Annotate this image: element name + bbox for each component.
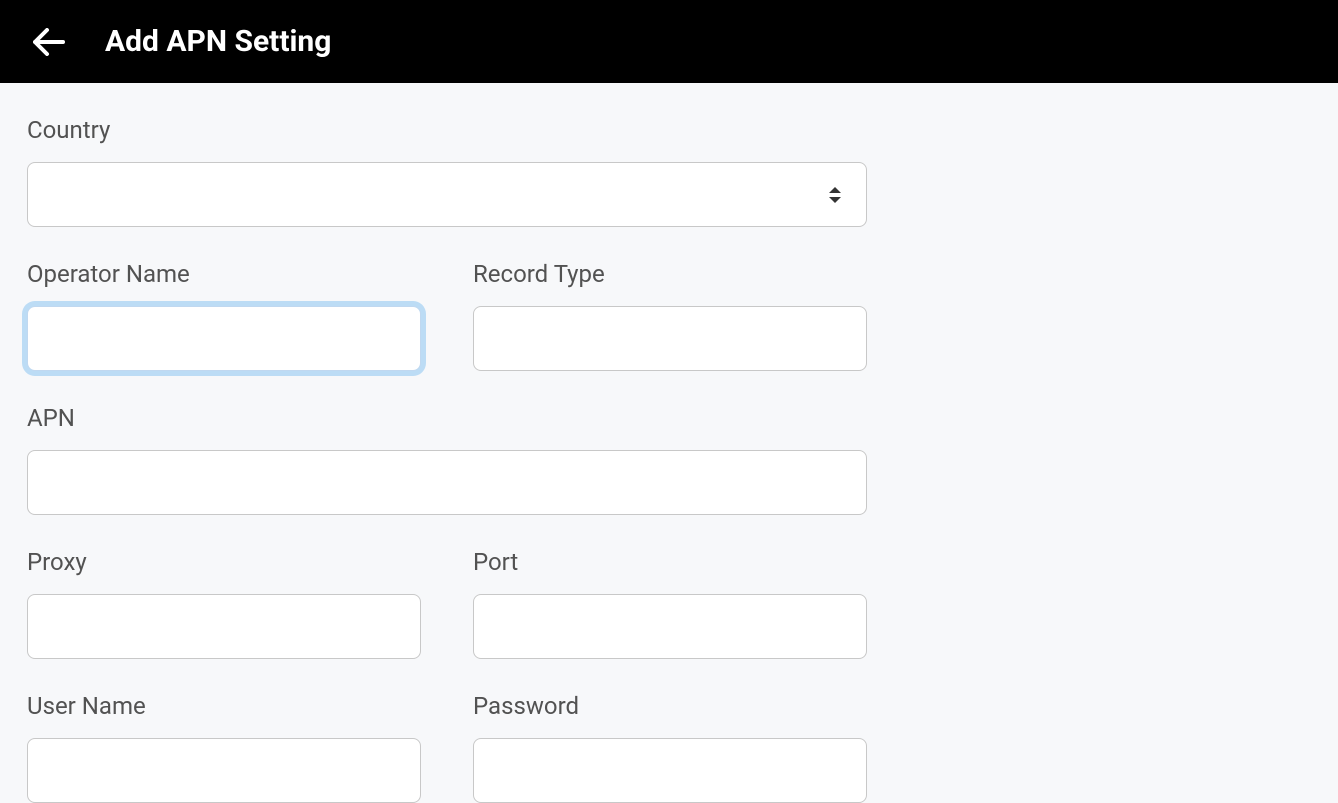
form-content: Country Operator Name Record Type APN xyxy=(0,83,1338,803)
record-type-label: Record Type xyxy=(473,260,867,288)
port-input[interactable] xyxy=(473,594,867,659)
country-select[interactable] xyxy=(27,162,867,227)
back-arrow-icon[interactable] xyxy=(33,26,65,58)
page-title: Add APN Setting xyxy=(105,24,331,59)
country-label: Country xyxy=(27,116,1311,144)
proxy-label: Proxy xyxy=(27,548,421,576)
operator-name-input[interactable] xyxy=(27,306,421,371)
apn-label: APN xyxy=(27,404,1311,432)
proxy-input[interactable] xyxy=(27,594,421,659)
record-type-input[interactable] xyxy=(473,306,867,371)
password-input[interactable] xyxy=(473,738,867,803)
user-name-input[interactable] xyxy=(27,738,421,803)
password-label: Password xyxy=(473,692,867,720)
header: Add APN Setting xyxy=(0,0,1338,83)
user-name-label: User Name xyxy=(27,692,421,720)
port-label: Port xyxy=(473,548,867,576)
apn-input[interactable] xyxy=(27,450,867,515)
operator-name-label: Operator Name xyxy=(27,260,421,288)
